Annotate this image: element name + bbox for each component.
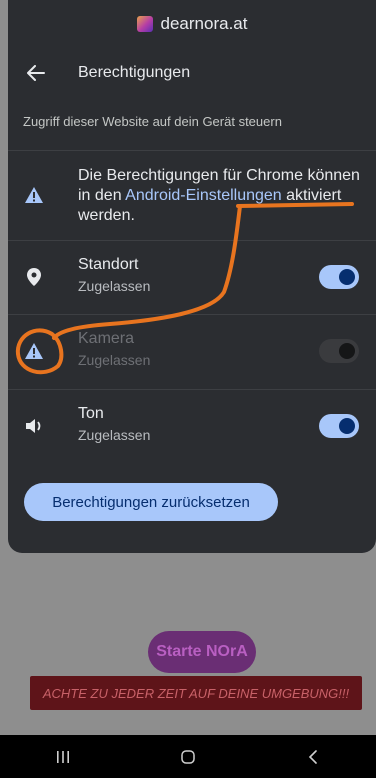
speaker-icon — [24, 416, 44, 436]
warning-icon — [24, 341, 44, 361]
home-icon[interactable] — [158, 735, 218, 778]
system-navigation-bar — [0, 735, 376, 778]
sheet-description: Zugriff dieser Website auf dein Gerät st… — [23, 114, 282, 129]
arrow-back-icon[interactable] — [8, 50, 64, 96]
divider — [8, 150, 376, 151]
permission-status: Zugelassen — [78, 427, 151, 443]
toggle-knob — [339, 269, 355, 285]
url-bar: dearnora.at — [8, 0, 376, 48]
safety-warning-banner: ACHTE ZU JEDER ZEIT AUF DEINE UMGEBUNG!!… — [30, 676, 362, 710]
recents-icon[interactable] — [33, 735, 93, 778]
page-title: Berechtigungen — [78, 64, 191, 81]
android-settings-link[interactable]: Android-Einstellungen — [125, 187, 282, 204]
toggle-knob — [339, 418, 355, 434]
divider — [8, 240, 376, 241]
permission-name: Ton — [78, 405, 104, 422]
sheet-header: Berechtigungen — [8, 50, 376, 96]
sound-toggle[interactable] — [319, 414, 359, 438]
notice-text: Die Berechtigungen für Chrome können in … — [78, 166, 370, 226]
android-settings-notice: Die Berechtigungen für Chrome können in … — [8, 152, 376, 238]
permissions-sheet: dearnora.at Berechtigungen Zugriff diese… — [8, 0, 376, 553]
permission-row-sound[interactable]: Ton Zugelassen — [8, 391, 376, 461]
camera-toggle — [319, 339, 359, 363]
divider — [8, 314, 376, 315]
start-nora-button[interactable]: Starte NOrA — [148, 631, 256, 673]
permission-name: Kamera — [78, 330, 135, 347]
permission-name: Standort — [78, 256, 139, 273]
location-pin-icon — [24, 267, 44, 287]
permission-status: Zugelassen — [78, 352, 151, 368]
site-url: dearnora.at — [160, 14, 248, 33]
permission-row-location[interactable]: Standort Zugelassen — [8, 242, 376, 312]
permission-row-camera: Kamera Zugelassen — [8, 316, 376, 386]
toggle-knob — [339, 343, 355, 359]
site-favicon-icon — [136, 16, 153, 32]
divider — [8, 389, 376, 390]
location-toggle[interactable] — [319, 265, 359, 289]
permission-status: Zugelassen — [78, 278, 151, 294]
reset-permissions-button[interactable]: Berechtigungen zurücksetzen — [24, 483, 278, 521]
warning-icon — [24, 186, 44, 209]
back-icon[interactable] — [283, 735, 343, 778]
